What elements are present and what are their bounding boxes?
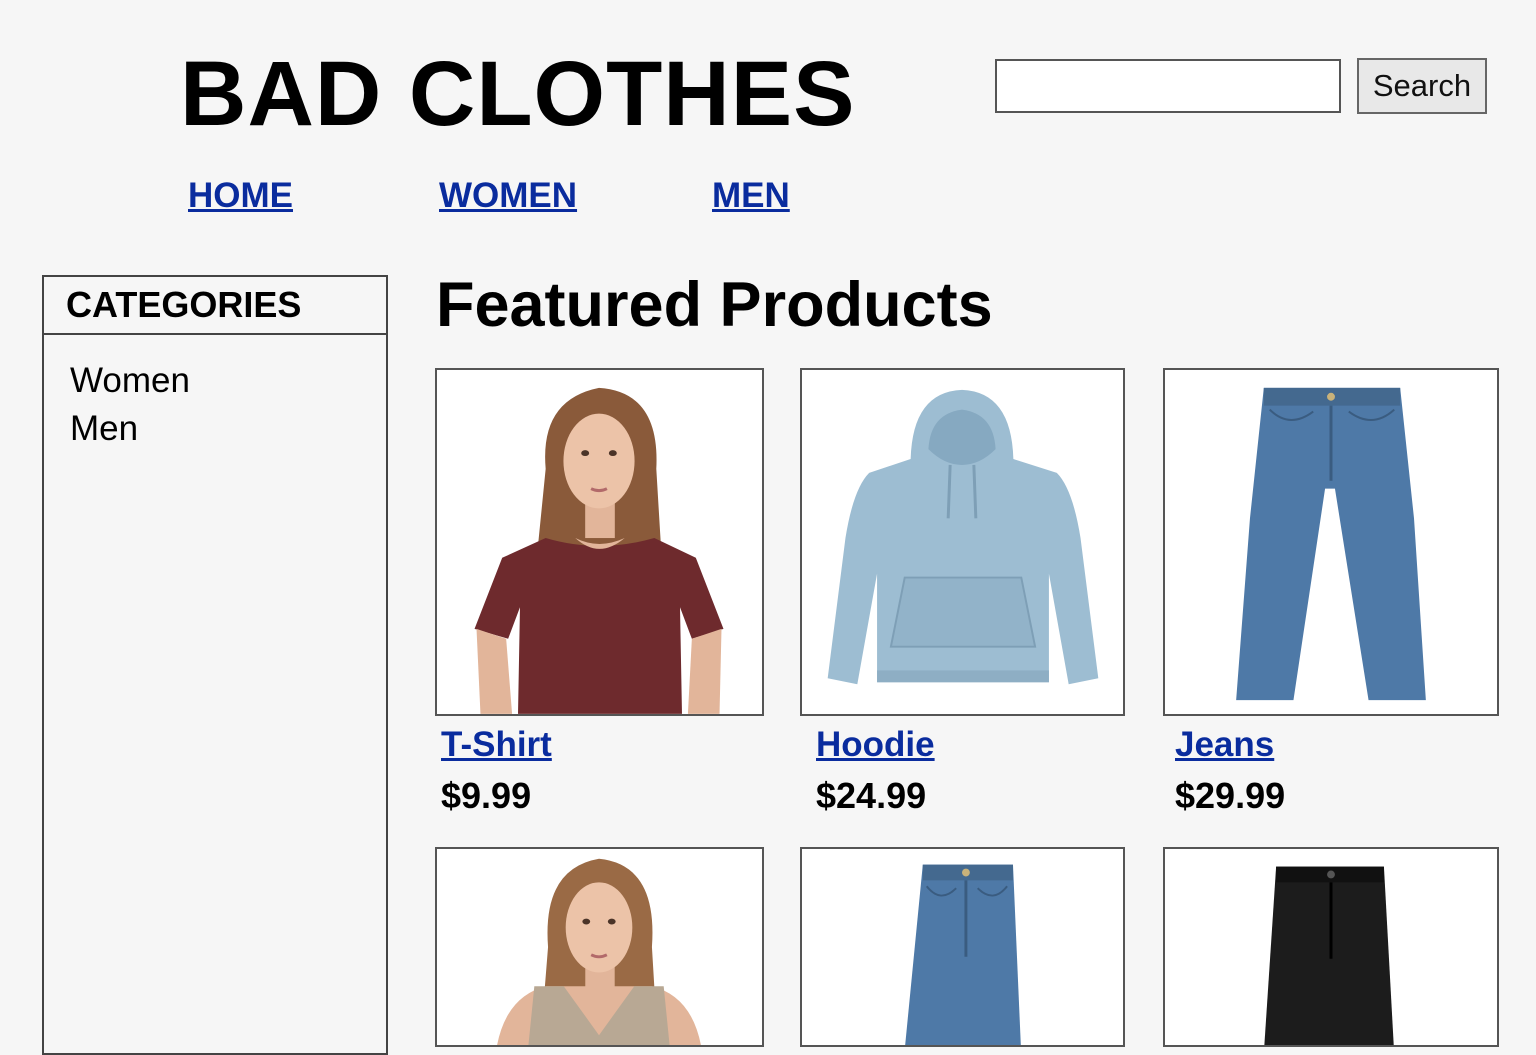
search-button[interactable]: Search <box>1357 58 1487 114</box>
woman-tank-top-photo <box>497 858 701 1045</box>
product-image-black-jeans[interactable] <box>1163 847 1499 1047</box>
product-image-blue-jeans[interactable] <box>800 847 1125 1047</box>
woman-tshirt-photo <box>474 387 724 714</box>
featured-products-title: Featured Products <box>436 270 993 340</box>
black-jeans-photo <box>1264 866 1394 1045</box>
nav-link-home[interactable]: HOME <box>188 176 293 216</box>
blue-high-waist-jeans-photo <box>905 864 1021 1045</box>
categories-sidebar: CATEGORIES Women Men <box>42 275 388 1055</box>
product-name-hoodie[interactable]: Hoodie <box>816 725 935 765</box>
product-image-jeans[interactable] <box>1163 368 1499 716</box>
product-price-hoodie: $24.99 <box>816 775 927 816</box>
product-image-tank-top[interactable] <box>435 847 764 1047</box>
product-price-jeans: $29.99 <box>1175 775 1286 816</box>
hoodie-photo <box>827 389 1099 685</box>
categories-list: Women Men <box>44 335 386 453</box>
category-item-women[interactable]: Women <box>70 357 386 405</box>
site-title: BAD CLOTHES <box>180 43 856 145</box>
product-name-tshirt[interactable]: T-Shirt <box>441 725 552 765</box>
jeans-photo <box>1236 387 1426 701</box>
category-item-men[interactable]: Men <box>70 405 386 453</box>
nav-link-women[interactable]: WOMEN <box>439 176 577 216</box>
product-price-tshirt: $9.99 <box>441 775 532 816</box>
categories-heading: CATEGORIES <box>44 277 386 335</box>
product-name-jeans[interactable]: Jeans <box>1175 725 1274 765</box>
nav-link-men[interactable]: MEN <box>712 176 790 216</box>
search-input[interactable] <box>995 59 1341 113</box>
product-image-tshirt[interactable] <box>435 368 764 716</box>
product-image-hoodie[interactable] <box>800 368 1125 716</box>
